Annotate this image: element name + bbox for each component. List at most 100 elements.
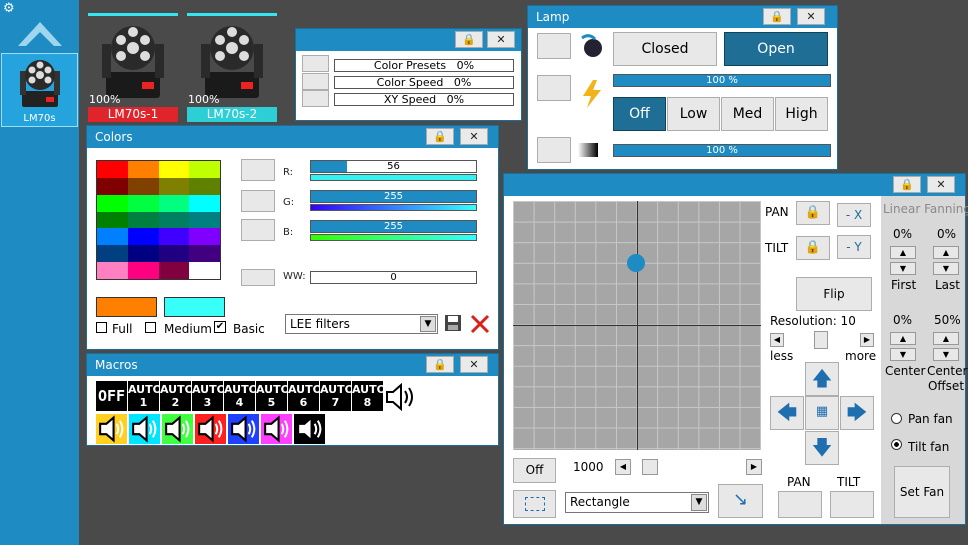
first-down-button[interactable]: ▼: [890, 262, 916, 275]
color-presets-button[interactable]: [302, 55, 329, 72]
color-cell[interactable]: [158, 211, 190, 229]
speaker-icon[interactable]: [385, 383, 415, 411]
rotate-arrow-icon[interactable]: ↘: [718, 484, 763, 518]
first-up-button[interactable]: ▲: [890, 246, 916, 259]
xy-pad[interactable]: [513, 201, 761, 450]
color-cell[interactable]: [97, 228, 128, 246]
lamp-intensity-bar[interactable]: 100 %: [613, 74, 831, 87]
collapse-up-icon[interactable]: [16, 12, 64, 48]
invert-x-button[interactable]: - X: [837, 203, 871, 227]
center-up-button[interactable]: ▲: [890, 332, 916, 345]
open-button[interactable]: Open: [724, 32, 828, 66]
set-fan-button[interactable]: Set Fan: [894, 466, 950, 518]
sound-macro-button[interactable]: [162, 414, 193, 444]
color-cell[interactable]: [189, 161, 220, 178]
lock-icon[interactable]: 🔒: [796, 236, 830, 260]
color-cell[interactable]: [127, 211, 159, 229]
color-cell[interactable]: [158, 262, 190, 279]
arrow-right-icon[interactable]: 🡆: [840, 396, 874, 430]
lamp-strobe-button[interactable]: [537, 137, 571, 163]
chevron-left-icon[interactable]: ◀: [770, 333, 784, 347]
fixture-2-name[interactable]: LM70s-2: [187, 107, 277, 122]
speed-thumb[interactable]: [642, 459, 658, 475]
color-cell[interactable]: [189, 211, 220, 229]
color-cell[interactable]: [97, 262, 128, 279]
chevron-right-icon[interactable]: ▶: [746, 459, 762, 475]
speed-slider[interactable]: ◀ ▶: [615, 459, 762, 475]
sound-macro-button[interactable]: [294, 414, 325, 444]
pan-button[interactable]: [778, 491, 822, 518]
macro-auto-button[interactable]: AUTO 2: [160, 381, 194, 411]
ww-slider[interactable]: 0: [310, 271, 477, 284]
color-cell[interactable]: [127, 177, 159, 195]
fixture-1-name[interactable]: LM70s-1: [88, 107, 178, 122]
xy-speed-button[interactable]: [302, 90, 329, 107]
sound-macro-button[interactable]: [195, 414, 226, 444]
color-cell[interactable]: [189, 194, 220, 212]
flip-button[interactable]: Flip: [796, 277, 872, 311]
macro-auto-button[interactable]: AUTO 4: [224, 381, 258, 411]
color-cell[interactable]: [97, 194, 128, 212]
resolution-thumb[interactable]: [814, 331, 828, 349]
blue-slider[interactable]: 255: [310, 220, 477, 233]
color-cell[interactable]: [97, 245, 128, 263]
last-up-button[interactable]: ▲: [933, 246, 959, 259]
green-button[interactable]: [241, 190, 275, 212]
green-slider[interactable]: 255: [310, 190, 477, 203]
color-cell[interactable]: [158, 194, 190, 212]
tilt-fan-radio[interactable]: [891, 439, 902, 450]
sound-macro-button[interactable]: [228, 414, 259, 444]
tilt-button[interactable]: [830, 491, 874, 518]
red-slider[interactable]: 56: [310, 160, 477, 173]
gear-icon[interactable]: ⚙: [3, 2, 17, 16]
lamp-dimmer-button[interactable]: [537, 75, 571, 101]
color-cell[interactable]: [189, 245, 220, 263]
center-icon[interactable]: ▦: [805, 396, 839, 430]
color-grid[interactable]: [96, 160, 221, 280]
lock-icon[interactable]: 🔒: [426, 356, 454, 373]
sound-macro-button[interactable]: [261, 414, 292, 444]
moving-head-icon[interactable]: [100, 20, 166, 100]
high-button[interactable]: High: [775, 97, 828, 131]
color-speed-button[interactable]: [302, 73, 329, 90]
chevron-left-icon[interactable]: ◀: [615, 459, 631, 475]
lock-icon[interactable]: 🔒: [426, 128, 454, 145]
delete-icon[interactable]: [469, 313, 491, 335]
filter-dropdown[interactable]: LEE filters ▼: [285, 314, 438, 334]
lamp-strobe-bar[interactable]: 100 %: [613, 144, 831, 157]
closed-button[interactable]: Closed: [613, 32, 717, 66]
lamp-shutter-button[interactable]: [537, 33, 571, 59]
macro-auto-button[interactable]: AUTO 1: [128, 381, 162, 411]
lock-icon[interactable]: 🔒: [796, 201, 830, 225]
chevron-down-icon[interactable]: ▼: [691, 494, 707, 511]
arrow-left-icon[interactable]: 🡄: [770, 396, 804, 430]
chevron-right-icon[interactable]: ▶: [860, 333, 874, 347]
macro-auto-button[interactable]: AUTO 8: [352, 381, 386, 411]
offset-down-button[interactable]: ▼: [933, 348, 959, 361]
lock-icon[interactable]: 🔒: [893, 176, 921, 193]
color-cell[interactable]: [127, 161, 159, 178]
sound-macro-button[interactable]: [129, 414, 160, 444]
chevron-down-icon[interactable]: ▼: [420, 316, 436, 332]
color-cell[interactable]: [158, 245, 190, 263]
position-handle[interactable]: [627, 254, 645, 272]
last-down-button[interactable]: ▼: [933, 262, 959, 275]
center-down-button[interactable]: ▼: [890, 348, 916, 361]
color-cell[interactable]: [158, 177, 190, 195]
resolution-slider[interactable]: ◀ ▶: [770, 331, 874, 349]
color-cell[interactable]: [189, 262, 220, 279]
macro-auto-button[interactable]: AUTO 5: [256, 381, 290, 411]
arrow-down-icon[interactable]: 🡇: [805, 431, 839, 465]
color-cell[interactable]: [127, 262, 159, 279]
close-icon[interactable]: ✕: [927, 176, 955, 193]
shape-off-button[interactable]: Off: [513, 458, 556, 483]
macro-auto-button[interactable]: AUTO 7: [320, 381, 354, 411]
color-cell[interactable]: [127, 245, 159, 263]
moving-head-icon[interactable]: [199, 20, 265, 100]
macro-auto-button[interactable]: AUTO 6: [288, 381, 322, 411]
lock-icon[interactable]: 🔒: [763, 8, 791, 25]
med-button[interactable]: Med: [721, 97, 774, 131]
off-button[interactable]: Off: [613, 97, 666, 131]
color-cell[interactable]: [189, 177, 220, 195]
close-icon[interactable]: ✕: [487, 31, 515, 48]
